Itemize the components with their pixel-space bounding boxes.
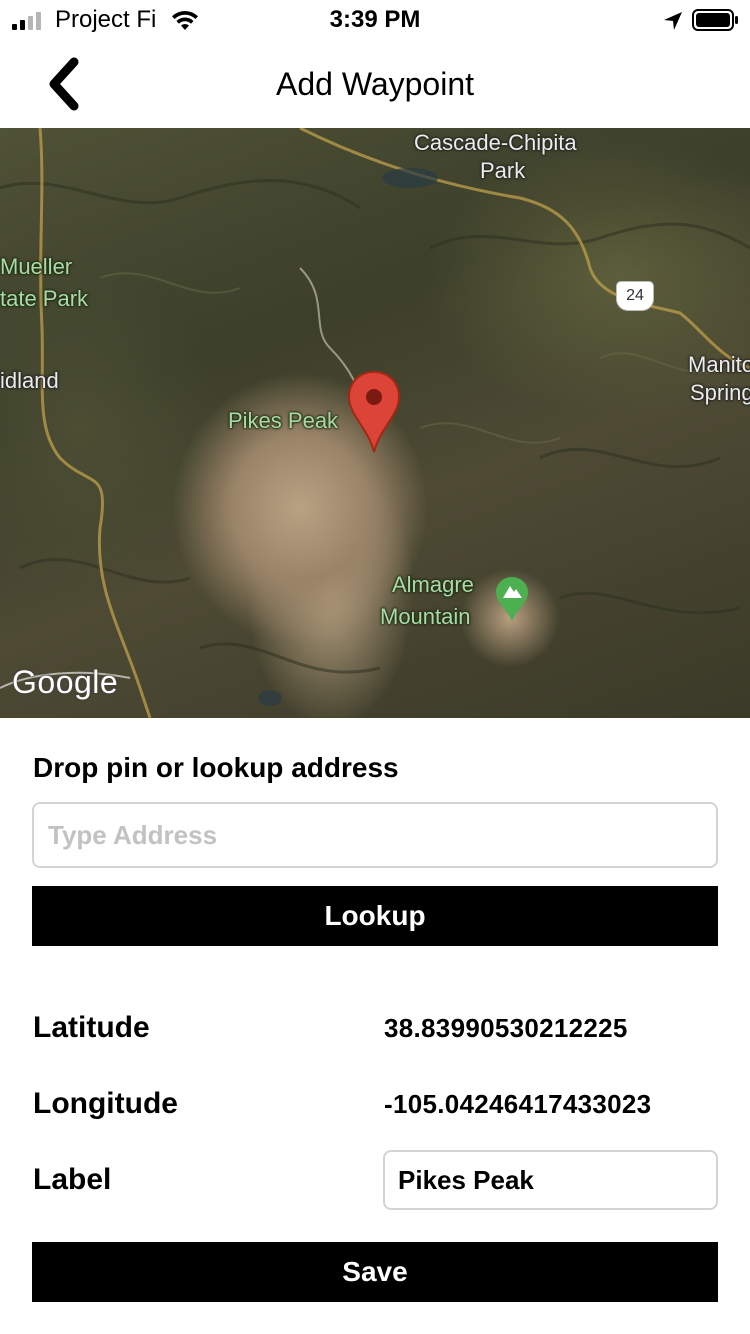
latitude-label: Latitude	[33, 1011, 150, 1044]
google-logo: Google	[12, 664, 119, 700]
map-label-pikes-peak: Pikes Peak	[228, 408, 339, 433]
nav-bar: Add Waypoint	[0, 40, 750, 128]
status-time: 3:39 PM	[329, 6, 421, 33]
label-input[interactable]	[383, 1150, 718, 1210]
map-label-mueller: Mueller	[0, 254, 73, 279]
save-button[interactable]: Save	[32, 1242, 718, 1302]
longitude-value: -105.04246417433023	[384, 1089, 652, 1119]
section-heading: Drop pin or lookup address	[33, 752, 399, 783]
map-label-manitou: Manito	[688, 352, 750, 377]
lookup-button[interactable]: Lookup	[32, 886, 718, 946]
address-input[interactable]	[32, 802, 718, 868]
latitude-value: 38.83990530212225	[384, 1013, 628, 1043]
map-label-manitou-springs: Spring	[690, 380, 750, 405]
map-label-almagre: Almagre	[392, 572, 474, 597]
map-label-midland: idland	[0, 368, 59, 393]
longitude-label: Longitude	[33, 1087, 178, 1120]
status-bar: Project Fi 3:39 PM	[0, 0, 750, 40]
location-arrow-icon	[664, 12, 682, 30]
highway-shield-icon: 24	[616, 281, 654, 311]
mountain-marker-icon[interactable]	[495, 576, 529, 622]
battery-icon	[692, 9, 738, 31]
map-label-mueller-park: tate Park	[0, 286, 89, 311]
label-label: Label	[33, 1163, 112, 1196]
map-pin-icon[interactable]	[346, 370, 402, 454]
map-label-cascade-park: Park	[480, 158, 526, 183]
map-view[interactable]: Cascade-Chipita Park Mueller tate Park i…	[0, 128, 750, 718]
page-title: Add Waypoint	[275, 66, 475, 102]
map-label-almagre-mountain: Mountain	[380, 604, 471, 629]
map-label-cascade: Cascade-Chipita	[414, 130, 577, 155]
